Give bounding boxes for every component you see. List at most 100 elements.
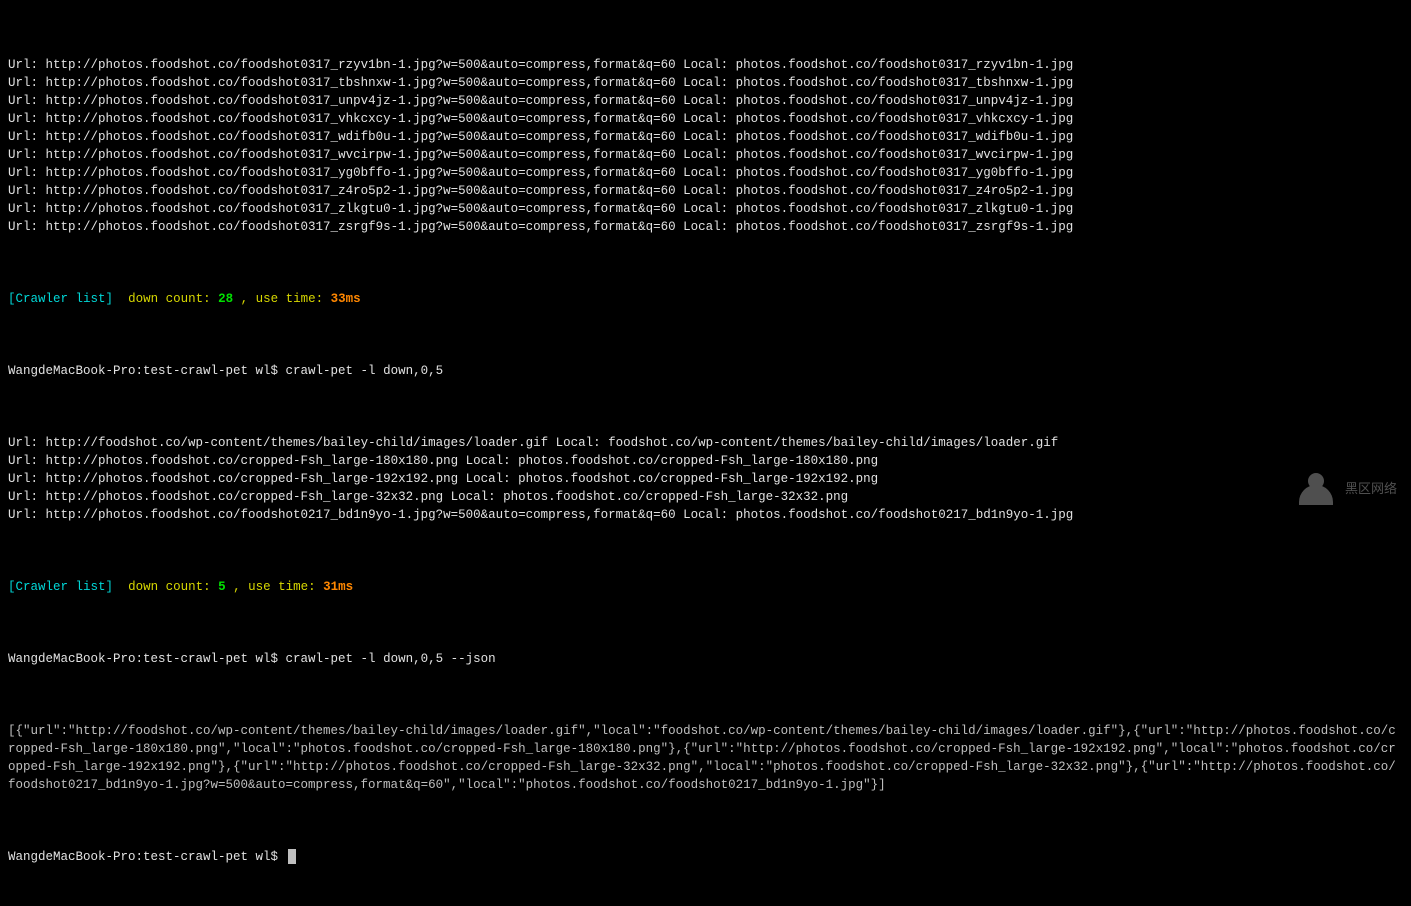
url-output-line: Url: http://photos.foodshot.co/foodshot0…	[8, 128, 1403, 146]
status-label-open: [	[8, 580, 16, 594]
url-value: http://photos.foodshot.co/cropped-Fsh_la…	[46, 454, 459, 468]
shell-prompt: WangdeMacBook-Pro:test-crawl-pet wl$	[8, 850, 286, 864]
url-value: http://photos.foodshot.co/foodshot0317_z…	[46, 220, 676, 234]
url-prefix: Url:	[8, 166, 46, 180]
url-value: http://photos.foodshot.co/foodshot0317_v…	[46, 112, 676, 126]
local-value: photos.foodshot.co/foodshot0317_tbshnxw-…	[736, 76, 1074, 90]
url-output-line: Url: http://photos.foodshot.co/cropped-F…	[8, 488, 1403, 506]
local-value: foodshot.co/wp-content/themes/bailey-chi…	[608, 436, 1058, 450]
terminal-output[interactable]: Url: http://photos.foodshot.co/foodshot0…	[0, 0, 1411, 906]
local-prefix: Local:	[466, 472, 519, 486]
local-prefix: Local:	[683, 130, 736, 144]
url-output-line: Url: http://photos.foodshot.co/foodshot0…	[8, 200, 1403, 218]
local-value: photos.foodshot.co/cropped-Fsh_large-180…	[518, 454, 878, 468]
local-value: photos.foodshot.co/foodshot0317_zsrgf9s-…	[736, 220, 1074, 234]
status-label-close: ]	[106, 580, 114, 594]
shell-prompt: WangdeMacBook-Pro:test-crawl-pet wl$	[8, 364, 286, 378]
url-output-line: Url: http://photos.foodshot.co/cropped-F…	[8, 470, 1403, 488]
url-prefix: Url:	[8, 508, 46, 522]
local-prefix: Local:	[466, 454, 519, 468]
local-value: photos.foodshot.co/foodshot0317_zlkgtu0-…	[736, 202, 1074, 216]
url-prefix: Url:	[8, 148, 46, 162]
command-text: crawl-pet -l down,0,5 --json	[286, 652, 496, 666]
url-output-line: Url: http://photos.foodshot.co/foodshot0…	[8, 146, 1403, 164]
status-sep: ,	[226, 580, 249, 594]
url-output-line: Url: http://photos.foodshot.co/foodshot0…	[8, 74, 1403, 92]
use-time-label: use time:	[256, 292, 331, 306]
url-value: http://photos.foodshot.co/foodshot0317_y…	[46, 166, 676, 180]
crawler-status-line: [Crawler list] down count: 5 , use time:…	[8, 578, 1403, 596]
url-value: http://photos.foodshot.co/foodshot0217_b…	[46, 508, 676, 522]
url-value: http://photos.foodshot.co/foodshot0317_t…	[46, 76, 676, 90]
url-prefix: Url:	[8, 94, 46, 108]
status-label-open: [	[8, 292, 16, 306]
url-value: http://photos.foodshot.co/foodshot0317_r…	[46, 58, 676, 72]
local-value: photos.foodshot.co/foodshot0217_bd1n9yo-…	[736, 508, 1074, 522]
url-prefix: Url:	[8, 202, 46, 216]
local-value: photos.foodshot.co/foodshot0317_wdifb0u-…	[736, 130, 1074, 144]
url-output-line: Url: http://photos.foodshot.co/foodshot0…	[8, 182, 1403, 200]
local-prefix: Local:	[451, 490, 504, 504]
local-value: photos.foodshot.co/cropped-Fsh_large-32x…	[503, 490, 848, 504]
local-value: photos.foodshot.co/foodshot0317_rzyv1bn-…	[736, 58, 1074, 72]
status-label: Crawler list	[16, 580, 106, 594]
status-label-close: ]	[106, 292, 114, 306]
local-prefix: Local:	[683, 220, 736, 234]
local-value: photos.foodshot.co/foodshot0317_wvcirpw-…	[736, 148, 1074, 162]
shell-prompt: WangdeMacBook-Pro:test-crawl-pet wl$	[8, 652, 286, 666]
local-prefix: Local:	[683, 166, 736, 180]
url-prefix: Url:	[8, 112, 46, 126]
down-count-label: down count:	[128, 292, 218, 306]
url-value: http://foodshot.co/wp-content/themes/bai…	[46, 436, 549, 450]
url-output-line: Url: http://photos.foodshot.co/foodshot0…	[8, 110, 1403, 128]
url-output-line: Url: http://foodshot.co/wp-content/theme…	[8, 434, 1403, 452]
url-value: http://photos.foodshot.co/foodshot0317_z…	[46, 184, 676, 198]
local-value: photos.foodshot.co/foodshot0317_vhkcxcy-…	[736, 112, 1074, 126]
cursor-icon	[288, 849, 296, 864]
prompt-line[interactable]: WangdeMacBook-Pro:test-crawl-pet wl$ cra…	[8, 650, 1403, 668]
local-prefix: Local:	[683, 184, 736, 198]
url-output-line: Url: http://photos.foodshot.co/foodshot0…	[8, 218, 1403, 236]
prompt-line[interactable]: WangdeMacBook-Pro:test-crawl-pet wl$ cra…	[8, 362, 1403, 380]
url-prefix: Url:	[8, 490, 46, 504]
use-time-value: 31ms	[323, 580, 353, 594]
url-prefix: Url:	[8, 436, 46, 450]
local-prefix: Local:	[683, 508, 736, 522]
local-prefix: Local:	[683, 58, 736, 72]
local-prefix: Local:	[683, 76, 736, 90]
url-value: http://photos.foodshot.co/foodshot0317_u…	[46, 94, 676, 108]
url-prefix: Url:	[8, 76, 46, 90]
status-sep: ,	[233, 292, 256, 306]
url-prefix: Url:	[8, 58, 46, 72]
url-output-line: Url: http://photos.foodshot.co/foodshot0…	[8, 506, 1403, 524]
json-output: [{"url":"http://foodshot.co/wp-content/t…	[8, 722, 1403, 794]
prompt-line[interactable]: WangdeMacBook-Pro:test-crawl-pet wl$	[8, 848, 1403, 866]
local-prefix: Local:	[683, 148, 736, 162]
url-prefix: Url:	[8, 220, 46, 234]
down-count-value: 28	[218, 292, 233, 306]
status-label: Crawler list	[16, 292, 106, 306]
local-prefix: Local:	[683, 94, 736, 108]
url-output-line: Url: http://photos.foodshot.co/foodshot0…	[8, 92, 1403, 110]
local-value: photos.foodshot.co/cropped-Fsh_large-192…	[518, 472, 878, 486]
local-value: photos.foodshot.co/foodshot0317_unpv4jz-…	[736, 94, 1074, 108]
url-value: http://photos.foodshot.co/cropped-Fsh_la…	[46, 490, 444, 504]
down-count-label: down count:	[128, 580, 218, 594]
url-value: http://photos.foodshot.co/cropped-Fsh_la…	[46, 472, 459, 486]
crawler-status-line: [Crawler list] down count: 28 , use time…	[8, 290, 1403, 308]
local-prefix: Local:	[683, 202, 736, 216]
url-prefix: Url:	[8, 454, 46, 468]
use-time-label: use time:	[248, 580, 323, 594]
local-value: photos.foodshot.co/foodshot0317_yg0bffo-…	[736, 166, 1074, 180]
url-output-line: Url: http://photos.foodshot.co/cropped-F…	[8, 452, 1403, 470]
url-prefix: Url:	[8, 184, 46, 198]
local-prefix: Local:	[556, 436, 609, 450]
url-output-line: Url: http://photos.foodshot.co/foodshot0…	[8, 164, 1403, 182]
url-value: http://photos.foodshot.co/foodshot0317_w…	[46, 130, 676, 144]
local-value: photos.foodshot.co/foodshot0317_z4ro5p2-…	[736, 184, 1074, 198]
url-value: http://photos.foodshot.co/foodshot0317_z…	[46, 202, 676, 216]
local-prefix: Local:	[683, 112, 736, 126]
use-time-value: 33ms	[331, 292, 361, 306]
command-text: crawl-pet -l down,0,5	[286, 364, 444, 378]
url-prefix: Url:	[8, 130, 46, 144]
